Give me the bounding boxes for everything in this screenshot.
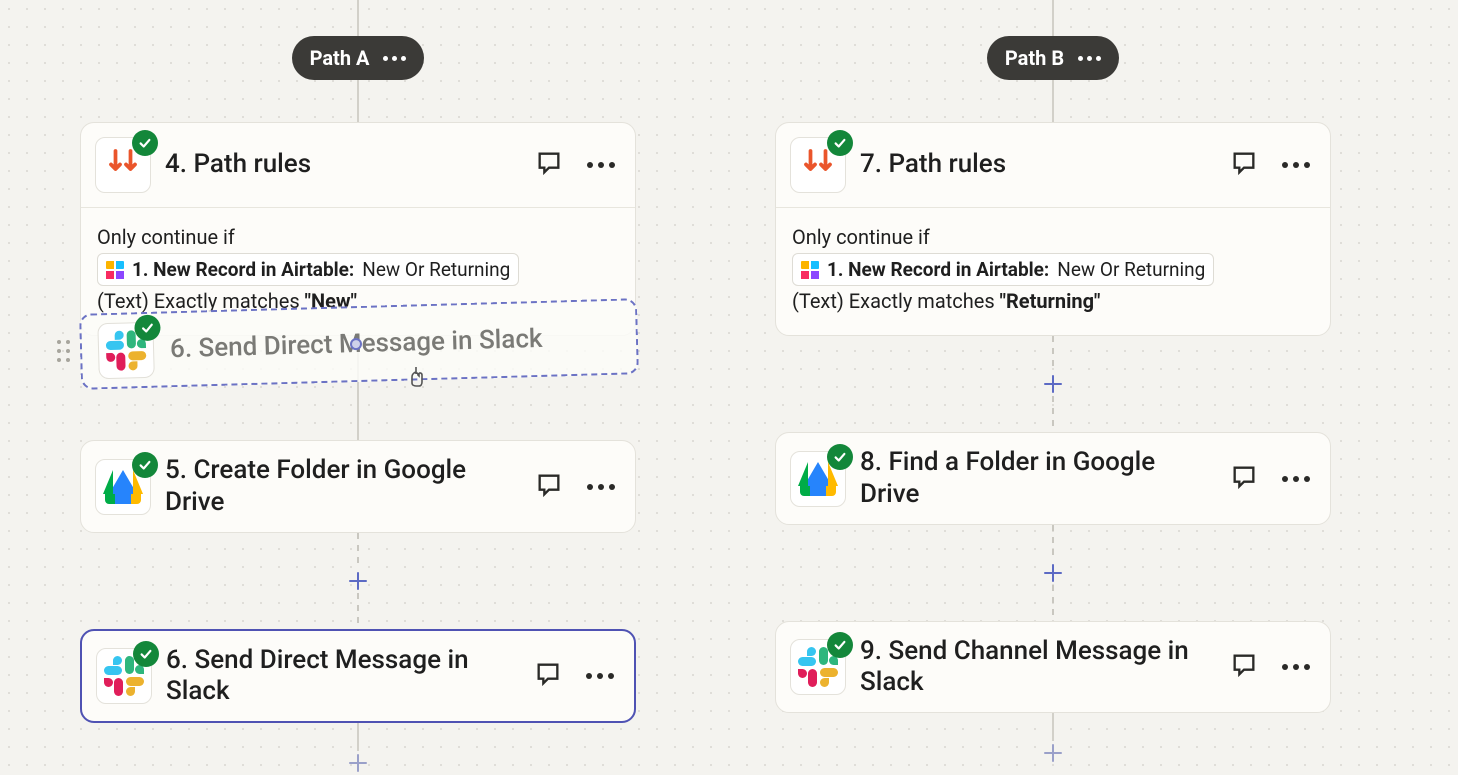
google-drive-icon — [95, 459, 151, 515]
slack-step-title: 6. Send Direct Message in Slack — [166, 645, 520, 707]
comment-icon[interactable] — [534, 660, 562, 692]
connector-line — [357, 533, 359, 569]
path-rules-title: 7. Path rules — [860, 149, 1216, 180]
airtable-chip[interactable]: 1. New Record in Airtable: New Or Return… — [97, 253, 519, 286]
airtable-icon — [106, 261, 124, 279]
add-step-button[interactable] — [1041, 741, 1065, 765]
connector-line — [357, 593, 359, 629]
path-rules-condition: Only continue if 1. New Record in Airtab… — [776, 207, 1330, 335]
path-a-column: Path A 4. Path rules — [80, 0, 636, 775]
connector-line — [1052, 336, 1054, 372]
path-b-label: Path B — [1005, 46, 1064, 70]
connector-line — [357, 723, 359, 751]
slack-step-title: 9. Send Channel Message in Slack — [860, 636, 1216, 698]
gdrive-step-title: 8. Find a Folder in Google Drive — [860, 447, 1216, 509]
condition-suffix: (Text) Exactly matches — [792, 289, 1000, 313]
check-icon — [827, 632, 853, 658]
add-step-button[interactable] — [1041, 561, 1065, 585]
more-icon[interactable] — [584, 667, 616, 685]
path-a-label: Path A — [310, 46, 370, 70]
check-icon — [132, 452, 158, 478]
chip-field: New Or Returning — [1057, 255, 1205, 284]
more-icon[interactable] — [1280, 658, 1312, 676]
connector-line — [1052, 713, 1054, 741]
gdrive-step-card[interactable]: 5. Create Folder in Google Drive — [80, 440, 636, 532]
comment-icon[interactable] — [1230, 463, 1258, 495]
path-b-pill[interactable]: Path B — [987, 36, 1119, 80]
path-a-pill[interactable]: Path A — [292, 36, 425, 80]
gdrive-step-card[interactable]: 8. Find a Folder in Google Drive — [775, 432, 1331, 524]
connector-line — [1052, 0, 1054, 36]
check-icon — [827, 130, 853, 156]
path-rules-icon — [790, 137, 846, 193]
chip-field: New Or Returning — [362, 255, 510, 284]
condition-prefix: Only continue if — [97, 225, 235, 249]
slack-icon — [790, 639, 846, 695]
path-b-column: Path B 7. Path rules — [775, 0, 1331, 765]
add-step-button[interactable] — [1041, 372, 1065, 396]
comment-icon[interactable] — [1230, 651, 1258, 683]
gdrive-step-title: 5. Create Folder in Google Drive — [165, 455, 521, 517]
check-icon — [827, 444, 853, 470]
more-icon[interactable] — [383, 56, 406, 61]
more-icon[interactable] — [1280, 470, 1312, 488]
more-icon[interactable] — [585, 156, 617, 174]
path-rules-icon — [95, 137, 151, 193]
comment-icon[interactable] — [535, 471, 563, 503]
airtable-icon — [801, 261, 819, 279]
condition-match: "Returning" — [1000, 289, 1101, 313]
add-step-button[interactable] — [346, 751, 370, 775]
chip-label: 1. New Record in Airtable: — [132, 255, 354, 284]
cursor-icon — [407, 364, 425, 388]
connector-line — [357, 80, 359, 122]
path-rules-card[interactable]: 7. Path rules Only continue if 1. New Re… — [775, 122, 1331, 336]
slack-icon — [96, 648, 152, 704]
connector-line — [1052, 396, 1054, 432]
slack-icon — [97, 322, 155, 380]
dragging-step-ghost[interactable]: 6. Send Direct Message in Slack — [79, 298, 639, 390]
check-icon — [134, 315, 161, 342]
connector-line — [357, 0, 359, 36]
comment-icon[interactable] — [535, 149, 563, 181]
drag-handle-icon[interactable] — [57, 340, 73, 364]
slack-step-card[interactable]: 6. Send Direct Message in Slack — [80, 629, 636, 723]
more-icon[interactable] — [585, 478, 617, 496]
comment-icon[interactable] — [1230, 149, 1258, 181]
connector-line — [1052, 585, 1054, 621]
airtable-chip[interactable]: 1. New Record in Airtable: New Or Return… — [792, 253, 1214, 286]
check-icon — [133, 641, 159, 667]
connector-line — [1052, 80, 1054, 122]
connector-line — [1052, 525, 1054, 561]
google-drive-icon — [790, 451, 846, 507]
chip-label: 1. New Record in Airtable: — [827, 255, 1049, 284]
add-step-button[interactable] — [346, 569, 370, 593]
condition-prefix: Only continue if — [792, 225, 930, 249]
slack-step-card[interactable]: 9. Send Channel Message in Slack — [775, 621, 1331, 713]
more-icon[interactable] — [1078, 56, 1101, 61]
flow-canvas[interactable]: Path A 4. Path rules — [0, 0, 1458, 751]
check-icon — [132, 130, 158, 156]
path-rules-title: 4. Path rules — [165, 149, 521, 180]
more-icon[interactable] — [1280, 156, 1312, 174]
